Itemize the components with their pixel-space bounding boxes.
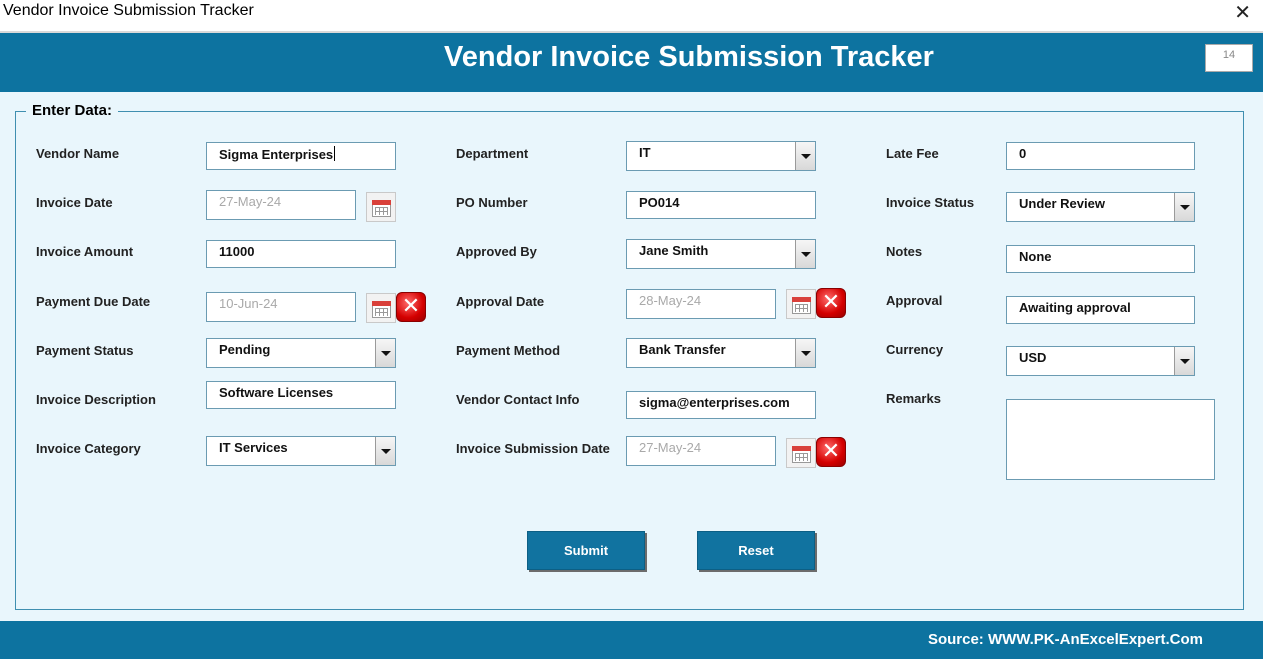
approval-date-calendar-icon[interactable] (786, 289, 816, 319)
payment-due-date-input[interactable]: 10-Jun-24 (206, 292, 356, 322)
notes-input[interactable]: None (1006, 245, 1195, 273)
po-number-input[interactable]: PO014 (626, 191, 816, 219)
chevron-down-icon[interactable] (1174, 347, 1194, 375)
invoice-date-input[interactable]: 27-May-24 (206, 190, 356, 220)
submit-button[interactable]: Submit (527, 531, 645, 570)
payment-status-value: Pending (219, 342, 271, 357)
invoice-category-value: IT Services (219, 440, 288, 455)
vendor-name-input[interactable]: Sigma Enterprises (206, 142, 396, 170)
payment-due-date-label: Payment Due Date (36, 294, 151, 309)
invoice-submission-date-clear-icon[interactable]: ✕ (816, 437, 846, 467)
vendor-name-value: Sigma Enterprises (219, 147, 334, 162)
invoice-category-label: Invoice Category (36, 441, 141, 456)
chevron-down-icon[interactable] (795, 142, 815, 170)
approved-by-select[interactable]: Jane Smith (626, 239, 816, 269)
invoice-category-select[interactable]: IT Services (206, 436, 396, 466)
approved-by-label: Approved By (456, 244, 537, 259)
close-icon[interactable]: ✕ (1234, 0, 1251, 25)
late-fee-input[interactable]: 0 (1006, 142, 1195, 170)
invoice-date-calendar-icon[interactable] (366, 192, 396, 222)
department-select[interactable]: IT (626, 141, 816, 171)
payment-method-value: Bank Transfer (639, 342, 726, 357)
payment-due-date-calendar-icon[interactable] (366, 293, 396, 323)
notes-label: Notes (886, 244, 923, 259)
remarks-label: Remarks (886, 391, 941, 406)
remarks-textarea[interactable] (1006, 399, 1215, 480)
approval-label: Approval (886, 293, 943, 308)
vendor-contact-info-input[interactable]: sigma@enterprises.com (626, 391, 816, 419)
vendor-contact-info-label: Vendor Contact Info (456, 392, 580, 407)
invoice-submission-date-label: Invoice Submission Date (456, 441, 610, 456)
invoice-submission-date-calendar-icon[interactable] (786, 438, 816, 468)
currency-value: USD (1019, 350, 1047, 365)
payment-status-select[interactable]: Pending (206, 338, 396, 368)
text-cursor (334, 146, 336, 161)
invoice-amount-input[interactable]: 11000 (206, 240, 396, 268)
footer-bar: Source: WWW.PK-AnExcelExpert.Com (0, 621, 1263, 659)
invoice-status-select[interactable]: Under Review (1006, 192, 1195, 222)
payment-method-select[interactable]: Bank Transfer (626, 338, 816, 368)
window-title: Vendor Invoice Submission Tracker (3, 2, 254, 19)
frame-legend: Enter Data: (26, 102, 119, 119)
page-title: Vendor Invoice Submission Tracker (444, 41, 934, 73)
chevron-down-icon[interactable] (795, 339, 815, 367)
header-banner: Vendor Invoice Submission Tracker 14 (0, 31, 1263, 92)
currency-label: Currency (886, 342, 944, 357)
approval-date-label: Approval Date (456, 294, 545, 309)
invoice-description-label: Invoice Description (36, 392, 156, 407)
invoice-date-label: Invoice Date (36, 195, 113, 210)
department-label: Department (456, 146, 529, 161)
invoice-status-label: Invoice Status (886, 195, 975, 210)
chevron-down-icon[interactable] (375, 339, 395, 367)
window-titlebar: Vendor Invoice Submission Tracker ✕ (0, 0, 1263, 31)
reset-button[interactable]: Reset (697, 531, 815, 570)
vendor-name-label: Vendor Name (36, 146, 120, 161)
approval-input[interactable]: Awaiting approval (1006, 296, 1195, 324)
payment-status-label: Payment Status (36, 343, 134, 358)
chevron-down-icon[interactable] (1174, 193, 1194, 221)
currency-select[interactable]: USD (1006, 346, 1195, 376)
payment-due-date-clear-icon[interactable]: ✕ (396, 292, 426, 322)
chevron-down-icon[interactable] (795, 240, 815, 268)
department-value: IT (639, 145, 651, 160)
invoice-description-input[interactable]: Software Licenses (206, 381, 396, 409)
chevron-down-icon[interactable] (375, 437, 395, 465)
approval-date-clear-icon[interactable]: ✕ (816, 288, 846, 318)
late-fee-label: Late Fee (886, 146, 939, 161)
form-panel: Enter Data: Vendor Name Invoice Date Inv… (0, 92, 1263, 621)
approval-date-input[interactable]: 28-May-24 (626, 289, 776, 319)
record-number-field[interactable]: 14 (1205, 44, 1253, 72)
invoice-submission-date-input[interactable]: 27-May-24 (626, 436, 776, 466)
approved-by-value: Jane Smith (639, 243, 709, 258)
source-credit: Source: WWW.PK-AnExcelExpert.Com (927, 631, 1203, 648)
po-number-label: PO Number (456, 195, 528, 210)
invoice-status-value: Under Review (1019, 196, 1105, 211)
payment-method-label: Payment Method (456, 343, 561, 358)
invoice-amount-label: Invoice Amount (36, 244, 134, 259)
